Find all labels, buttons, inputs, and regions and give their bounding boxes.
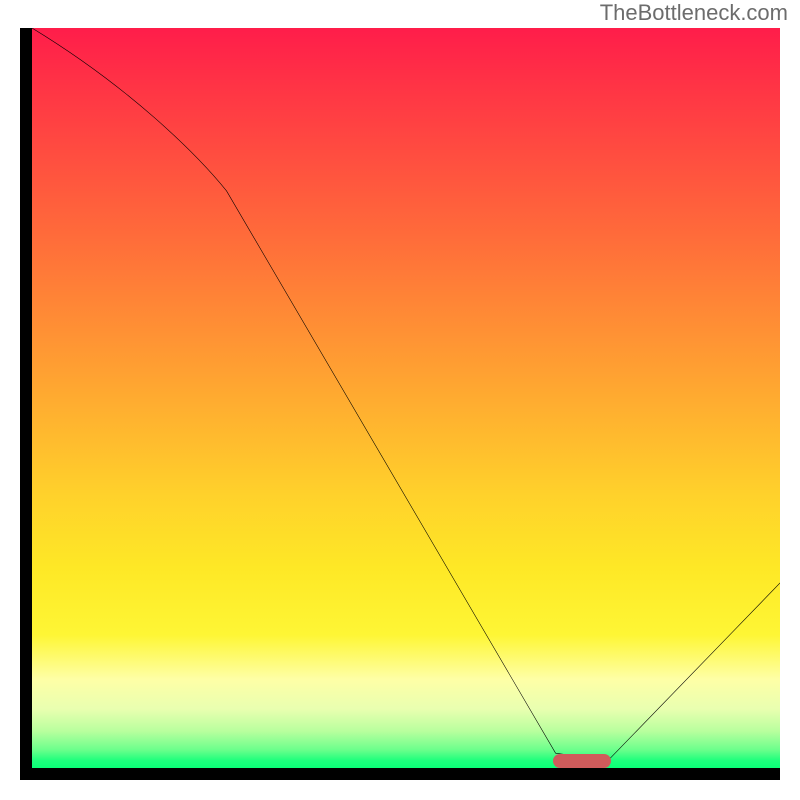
optimal-marker: [553, 754, 611, 768]
bottleneck-curve: [32, 28, 780, 768]
chart-container: TheBottleneck.com: [0, 0, 800, 800]
plot-area: [32, 28, 780, 768]
watermark-text: TheBottleneck.com: [600, 0, 788, 26]
